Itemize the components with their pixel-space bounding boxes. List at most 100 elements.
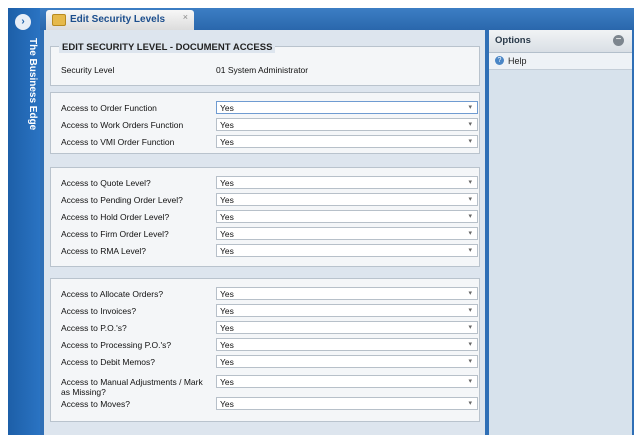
access-label: Access to Firm Order Level? — [61, 229, 169, 239]
dropdown-value: Yes — [220, 178, 234, 188]
options-title: Options — [495, 35, 531, 46]
options-header: Options − — [489, 30, 632, 53]
dropdown-value: Yes — [220, 399, 234, 409]
access-row: Access to Firm Order Level? Yes ▾ — [61, 227, 478, 241]
sidebar-toggle-icon[interactable]: › — [15, 14, 31, 30]
dropdown-value: Yes — [220, 340, 234, 350]
access-label: Access to Work Orders Function — [61, 120, 184, 130]
left-sidebar: › The Business Edge — [8, 8, 40, 435]
access-label: Access to Manual Adjustments / Mark as M… — [61, 377, 203, 397]
security-level-value: 01 System Administrator — [216, 65, 309, 75]
group-functions-section: Access to Order Function Yes ▾ Access to Wo… — [50, 92, 480, 154]
access-label: Access to Pending Order Level? — [61, 195, 183, 205]
help-label: Help — [508, 56, 527, 66]
dropdown-value: Yes — [220, 246, 234, 256]
dropdown-value: Yes — [220, 289, 234, 299]
chevron-down-icon: ▾ — [468, 341, 472, 348]
access-row: Access to Order Function Yes ▾ — [61, 101, 478, 115]
dropdown-value: Yes — [220, 323, 234, 333]
header-section: EDIT SECURITY LEVEL - DOCUMENT ACCESS Se… — [50, 42, 480, 86]
chevron-down-icon: ▾ — [468, 358, 472, 365]
dropdown-value: Yes — [220, 377, 234, 387]
access-dropdown[interactable]: Yes ▾ — [216, 355, 478, 368]
chevron-down-icon: ▾ — [468, 247, 472, 254]
dropdown-value: Yes — [220, 357, 234, 367]
access-row: Access to RMA Level? Yes ▾ — [61, 244, 478, 258]
chevron-down-icon: ▾ — [468, 378, 472, 385]
access-dropdown[interactable]: Yes ▾ — [216, 375, 478, 388]
access-row: Access to Moves? Yes ▾ — [61, 397, 478, 411]
access-dropdown[interactable]: Yes ▾ — [216, 101, 478, 114]
access-row: Access to Manual Adjustments / Mark as M… — [61, 375, 478, 397]
access-row: Access to VMI Order Function Yes ▾ — [61, 135, 478, 149]
folder-icon — [52, 14, 66, 26]
security-level-label: Security Level — [61, 65, 115, 75]
chevron-down-icon: ▾ — [468, 230, 472, 237]
access-row: Access to Work Orders Function Yes ▾ — [61, 118, 478, 132]
dropdown-value: Yes — [220, 229, 234, 239]
access-dropdown[interactable]: Yes ▾ — [216, 397, 478, 410]
chevron-down-icon: ▾ — [468, 179, 472, 186]
collapse-icon[interactable]: − — [613, 35, 624, 46]
dropdown-value: Yes — [220, 137, 234, 147]
access-label: Access to Hold Order Level? — [61, 212, 170, 222]
access-row: Access to Invoices? Yes ▾ — [61, 304, 478, 318]
access-row: Access to Quote Level? Yes ▾ — [61, 176, 478, 190]
access-label: Access to Order Function — [61, 103, 157, 113]
access-dropdown[interactable]: Yes ▾ — [216, 321, 478, 334]
chevron-down-icon: ▾ — [468, 121, 472, 128]
access-row: Access to P.O.'s? Yes ▾ — [61, 321, 478, 335]
dropdown-value: Yes — [220, 103, 234, 113]
chevron-down-icon: ▾ — [468, 400, 472, 407]
access-label: Access to RMA Level? — [61, 246, 147, 256]
access-label: Access to Quote Level? — [61, 178, 151, 188]
app-window: › The Business Edge Edit Security Levels… — [0, 0, 636, 437]
access-row: Access to Allocate Orders? Yes ▾ — [61, 287, 478, 301]
chevron-down-icon: ▾ — [468, 196, 472, 203]
security-level-row: Security Level 01 System Administrator — [61, 63, 471, 77]
access-dropdown[interactable]: Yes ▾ — [216, 304, 478, 317]
access-dropdown[interactable]: Yes ▾ — [216, 210, 478, 223]
options-panel: Options − ? Help — [489, 30, 632, 435]
access-label: Access to VMI Order Function — [61, 137, 175, 147]
tab-label: Edit Security Levels — [70, 14, 166, 25]
access-label: Access to Allocate Orders? — [61, 289, 164, 299]
group-order-levels-section: Access to Quote Level? Yes ▾ Access to Pend… — [50, 167, 480, 267]
access-row: Access to Debit Memos? Yes ▾ — [61, 355, 478, 369]
close-icon[interactable]: × — [183, 12, 188, 22]
dropdown-value: Yes — [220, 195, 234, 205]
access-dropdown[interactable]: Yes ▾ — [216, 135, 478, 148]
access-dropdown[interactable]: Yes ▾ — [216, 193, 478, 206]
app-title: The Business Edge — [27, 38, 38, 131]
access-row: Access to Pending Order Level? Yes ▾ — [61, 193, 478, 207]
access-label: Access to Debit Memos? — [61, 357, 156, 367]
chevron-down-icon: ▾ — [468, 324, 472, 331]
access-dropdown[interactable]: Yes ▾ — [216, 287, 478, 300]
chevron-down-icon: ▾ — [468, 213, 472, 220]
access-label: Access to Invoices? — [61, 306, 137, 316]
form-area: EDIT SECURITY LEVEL - DOCUMENT ACCESS Se… — [44, 30, 485, 435]
dropdown-value: Yes — [220, 306, 234, 316]
access-dropdown[interactable]: Yes ▾ — [216, 227, 478, 240]
help-link[interactable]: ? Help — [489, 53, 632, 70]
access-dropdown[interactable]: Yes ▾ — [216, 338, 478, 351]
tab-bar: Edit Security Levels × — [40, 8, 634, 30]
main-area: Edit Security Levels × EDIT SECURITY LEV… — [40, 8, 634, 435]
chevron-down-icon: ▾ — [468, 104, 472, 111]
tab-edit-security-levels[interactable]: Edit Security Levels × — [46, 10, 194, 30]
access-row: Access to Hold Order Level? Yes ▾ — [61, 210, 478, 224]
access-row: Access to Processing P.O.'s? Yes ▾ — [61, 338, 478, 352]
access-label: Access to Moves? — [61, 399, 130, 409]
chevron-down-icon: ▾ — [468, 307, 472, 314]
access-dropdown[interactable]: Yes ▾ — [216, 118, 478, 131]
access-label: Access to P.O.'s? — [61, 323, 127, 333]
form-title: EDIT SECURITY LEVEL - DOCUMENT ACCESS — [59, 42, 276, 53]
help-icon: ? — [495, 56, 504, 65]
access-dropdown[interactable]: Yes ▾ — [216, 244, 478, 257]
access-dropdown[interactable]: Yes ▾ — [216, 176, 478, 189]
group-document-access-section: Access to Allocate Orders? Yes ▾ Access to … — [50, 278, 480, 422]
dropdown-value: Yes — [220, 212, 234, 222]
dropdown-value: Yes — [220, 120, 234, 130]
chevron-down-icon: ▾ — [468, 138, 472, 145]
chevron-down-icon: ▾ — [468, 290, 472, 297]
